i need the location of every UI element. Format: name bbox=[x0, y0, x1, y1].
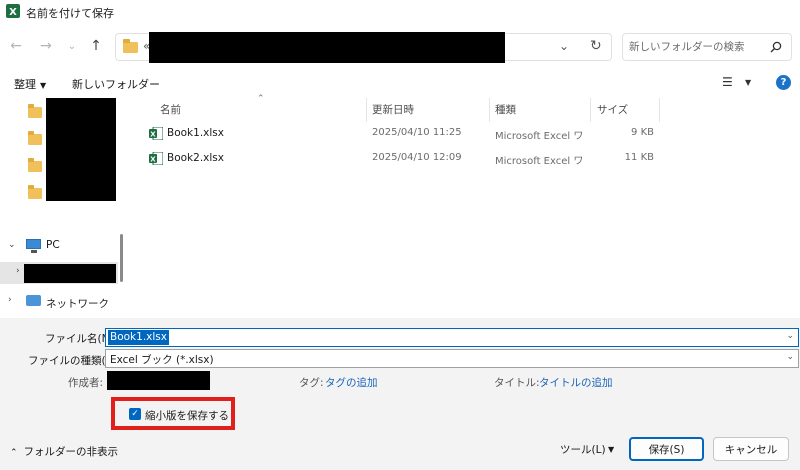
organize-menu[interactable]: 整理 ▼ bbox=[14, 76, 46, 92]
file-row[interactable]: X Book2.xlsx 2025/04/10 12:09 Microsoft … bbox=[134, 148, 664, 170]
address-bar-row: ← → ⌄ ↑ « ⌄ ↻ bbox=[0, 24, 800, 68]
nav-scrollbar[interactable] bbox=[120, 234, 123, 282]
add-title-link[interactable]: タイトルの追加 bbox=[539, 375, 613, 390]
author-label: 作成者: bbox=[68, 377, 104, 389]
folder-icon[interactable] bbox=[28, 131, 42, 145]
column-header-name[interactable]: 名前 bbox=[160, 102, 181, 122]
search-input[interactable] bbox=[629, 39, 759, 55]
file-modified: 2025/04/10 12:09 bbox=[372, 152, 462, 163]
navigation-pane: ⌄ PC › › ネットワーク bbox=[0, 98, 128, 318]
file-size: 9 KB bbox=[631, 127, 654, 138]
organize-caret-icon: ▼ bbox=[40, 81, 47, 90]
svg-text:X: X bbox=[9, 7, 17, 18]
excel-app-icon: X bbox=[6, 4, 20, 18]
address-bar[interactable]: « ⌄ ↻ bbox=[115, 32, 612, 63]
redacted-folder-names bbox=[46, 98, 116, 201]
hide-folders-button[interactable]: ⌃ フォルダーの非表示 bbox=[10, 444, 118, 459]
save-form: ファイル名(N): Book1.xlsx ⌄ ファイルの種類(T): Excel… bbox=[0, 318, 800, 430]
folder-icon[interactable] bbox=[28, 158, 42, 172]
folder-icon[interactable] bbox=[28, 104, 42, 118]
filetype-value: Excel ブック (*.xlsx) bbox=[110, 354, 214, 366]
tools-menu[interactable]: ツール(L) bbox=[560, 442, 606, 457]
redacted-nav-item bbox=[24, 264, 116, 283]
expand-chevron-icon[interactable]: › bbox=[8, 295, 12, 305]
column-divider[interactable] bbox=[366, 98, 367, 122]
up-arrow-icon[interactable]: ↑ bbox=[86, 34, 106, 58]
tools-caret-icon[interactable]: ▼ bbox=[608, 445, 614, 454]
nav-item-network[interactable]: › ネットワーク bbox=[0, 292, 118, 312]
view-options-icon[interactable]: ☰ bbox=[722, 75, 733, 89]
back-arrow-icon[interactable]: ← bbox=[6, 34, 26, 58]
column-divider[interactable] bbox=[590, 98, 591, 122]
svg-text:X: X bbox=[150, 131, 156, 139]
dialog-footer: ⌃ フォルダーの非表示 ツール(L) ▼ 保存(S) キャンセル bbox=[0, 430, 800, 470]
column-header-modified[interactable]: 更新日時 bbox=[372, 102, 414, 122]
file-size: 11 KB bbox=[624, 152, 654, 163]
pc-icon bbox=[26, 239, 41, 253]
expand-chevron-icon[interactable]: ⌄ bbox=[8, 240, 16, 250]
command-bar: 整理 ▼ 新しいフォルダー ☰ ▼ ? bbox=[0, 68, 800, 98]
filename-dropdown-icon[interactable]: ⌄ bbox=[786, 331, 794, 341]
author-value-redacted[interactable] bbox=[107, 371, 210, 390]
add-tags-link[interactable]: タグの追加 bbox=[325, 375, 378, 390]
excel-file-icon: X bbox=[149, 127, 163, 140]
tags-label: タグ: bbox=[299, 377, 324, 389]
refresh-icon[interactable]: ↻ bbox=[590, 38, 602, 54]
thumbnail-checkbox[interactable]: ✓ bbox=[129, 408, 141, 420]
file-row[interactable]: X Book1.xlsx 2025/04/10 11:25 Microsoft … bbox=[134, 123, 664, 145]
forward-arrow-icon[interactable]: → bbox=[36, 34, 56, 58]
network-icon bbox=[26, 295, 41, 306]
file-name: Book2.xlsx bbox=[167, 152, 224, 164]
excel-file-icon: X bbox=[149, 152, 163, 165]
recent-locations-chevron-icon[interactable]: ⌄ bbox=[62, 34, 82, 58]
file-type: Microsoft Excel ワ bbox=[495, 156, 584, 167]
folder-icon[interactable] bbox=[28, 185, 42, 199]
help-icon[interactable]: ? bbox=[776, 75, 791, 90]
title-label: タイトル: bbox=[494, 377, 540, 389]
svg-text:X: X bbox=[150, 156, 156, 164]
filetype-dropdown-icon[interactable]: ⌄ bbox=[786, 352, 794, 362]
thumbnail-label[interactable]: 縮小版を保存する bbox=[145, 408, 229, 423]
sort-up-icon: ⌃ bbox=[257, 94, 265, 104]
column-header-type[interactable]: 種類 bbox=[495, 102, 516, 122]
expand-chevron-icon[interactable]: › bbox=[16, 266, 20, 276]
cancel-button[interactable]: キャンセル bbox=[713, 437, 789, 461]
search-icon[interactable] bbox=[770, 41, 782, 53]
folder-icon bbox=[123, 39, 138, 53]
file-list: ⌃ 名前 更新日時 種類 サイズ X Book1.xlsx 2025/04/10… bbox=[134, 94, 800, 318]
column-header-size[interactable]: サイズ bbox=[597, 102, 628, 122]
file-modified: 2025/04/10 11:25 bbox=[372, 127, 462, 138]
chevron-up-icon: ⌃ bbox=[10, 448, 18, 458]
column-divider[interactable] bbox=[489, 98, 490, 122]
view-options-caret-icon[interactable]: ▼ bbox=[745, 78, 751, 87]
redacted-path bbox=[149, 32, 505, 63]
title-bar: X 名前を付けて保存 bbox=[0, 0, 800, 24]
organize-label: 整理 bbox=[14, 78, 36, 91]
nav-item-pc[interactable]: ⌄ PC bbox=[0, 236, 118, 256]
nav-item-selected[interactable]: › bbox=[0, 262, 118, 284]
filename-value[interactable]: Book1.xlsx bbox=[108, 330, 169, 345]
window-title: 名前を付けて保存 bbox=[26, 7, 114, 20]
search-box[interactable] bbox=[622, 33, 792, 61]
new-folder-button[interactable]: 新しいフォルダー bbox=[72, 76, 160, 92]
filename-field[interactable]: Book1.xlsx ⌄ bbox=[105, 328, 799, 347]
nav-network-label: ネットワーク bbox=[46, 298, 109, 310]
column-divider[interactable] bbox=[659, 98, 660, 122]
save-button[interactable]: 保存(S) bbox=[629, 437, 704, 461]
filetype-select[interactable]: Excel ブック (*.xlsx) ⌄ bbox=[105, 349, 799, 368]
nav-pc-label: PC bbox=[46, 239, 60, 251]
highlight-annotation: ✓ 縮小版を保存する bbox=[111, 397, 235, 430]
address-dropdown-icon[interactable]: ⌄ bbox=[559, 39, 569, 53]
file-type: Microsoft Excel ワ bbox=[495, 131, 584, 142]
file-name: Book1.xlsx bbox=[167, 127, 224, 139]
hide-folders-label: フォルダーの非表示 bbox=[23, 446, 119, 458]
